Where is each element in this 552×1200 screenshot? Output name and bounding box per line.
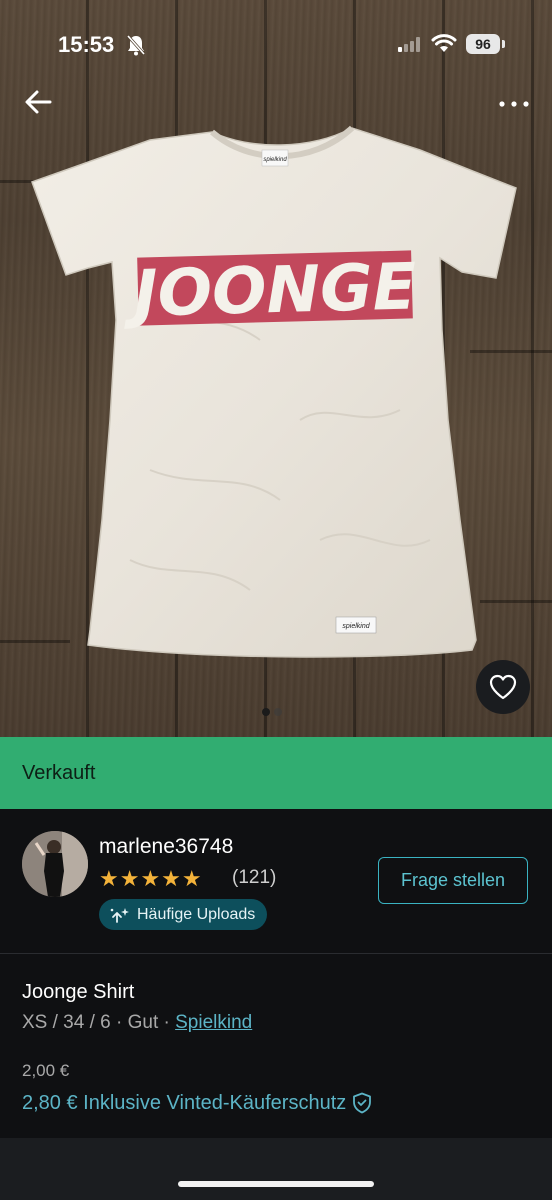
carousel-indicator: [262, 703, 286, 721]
home-indicator[interactable]: [178, 1181, 374, 1187]
review-count[interactable]: (121): [232, 867, 276, 889]
collar-tag-text: spielkind: [263, 157, 287, 163]
upload-sparkle-icon: [110, 907, 129, 923]
bottom-bar: [0, 1138, 552, 1200]
shield-check-icon: [353, 1092, 372, 1114]
item-attributes: XS / 34 / 6 · Gut · Spielkind: [22, 1012, 252, 1034]
sold-banner: Verkauft: [0, 737, 552, 809]
print-text: JOONGE: [122, 250, 417, 332]
sold-label: Verkauft: [22, 762, 96, 784]
signal-icon: [398, 37, 420, 52]
item-size-condition: XS / 34 / 6 · Gut ·: [22, 1012, 176, 1033]
rating-stars: ★★★★★: [99, 866, 203, 891]
frequent-uploads-badge: Häufige Uploads: [99, 899, 268, 930]
heart-icon: [489, 674, 517, 700]
battery-icon: 96: [466, 34, 500, 54]
wifi-icon: [431, 34, 457, 52]
t-shirt-image: JOONGE spielkind spielkind: [31, 125, 517, 658]
item-details: Joonge Shirt XS / 34 / 6 · Gut · Spielki…: [0, 954, 552, 1138]
status-time: 15:53: [58, 32, 115, 57]
badge-label: Häufige Uploads: [137, 905, 256, 923]
battery-tip: [502, 40, 505, 48]
brand-link[interactable]: Spielkind: [175, 1012, 252, 1033]
arrow-left-icon[interactable]: [24, 88, 54, 116]
status-bar: 15:53 96: [0, 0, 552, 88]
item-price: 2,00 €: [22, 1061, 70, 1080]
price-with-protection: 2,80 € Inklusive Vinted-Käuferschutz: [22, 1091, 347, 1114]
buyer-protection-price[interactable]: 2,80 € Inklusive Vinted-Käuferschutz: [22, 1091, 374, 1115]
product-photo[interactable]: JOONGE spielkind spielkind: [0, 0, 552, 737]
seller-section[interactable]: marlene36748 ★★★★★ (121) Häufige Uploads…: [0, 809, 552, 954]
avatar[interactable]: [22, 831, 88, 897]
carousel-dot: [274, 708, 282, 716]
ask-question-button[interactable]: Frage stellen: [378, 857, 528, 904]
shirt-body: [31, 127, 517, 658]
avatar-image: [22, 831, 88, 897]
more-horizontal-icon[interactable]: [498, 96, 530, 112]
favorite-button[interactable]: [476, 660, 530, 714]
bell-off-icon: [126, 35, 146, 56]
seller-username[interactable]: marlene36748: [99, 835, 233, 859]
carousel-dot-active: [262, 708, 270, 716]
item-title: Joonge Shirt: [22, 981, 135, 1003]
hem-tag-text: spielkind: [342, 623, 370, 630]
